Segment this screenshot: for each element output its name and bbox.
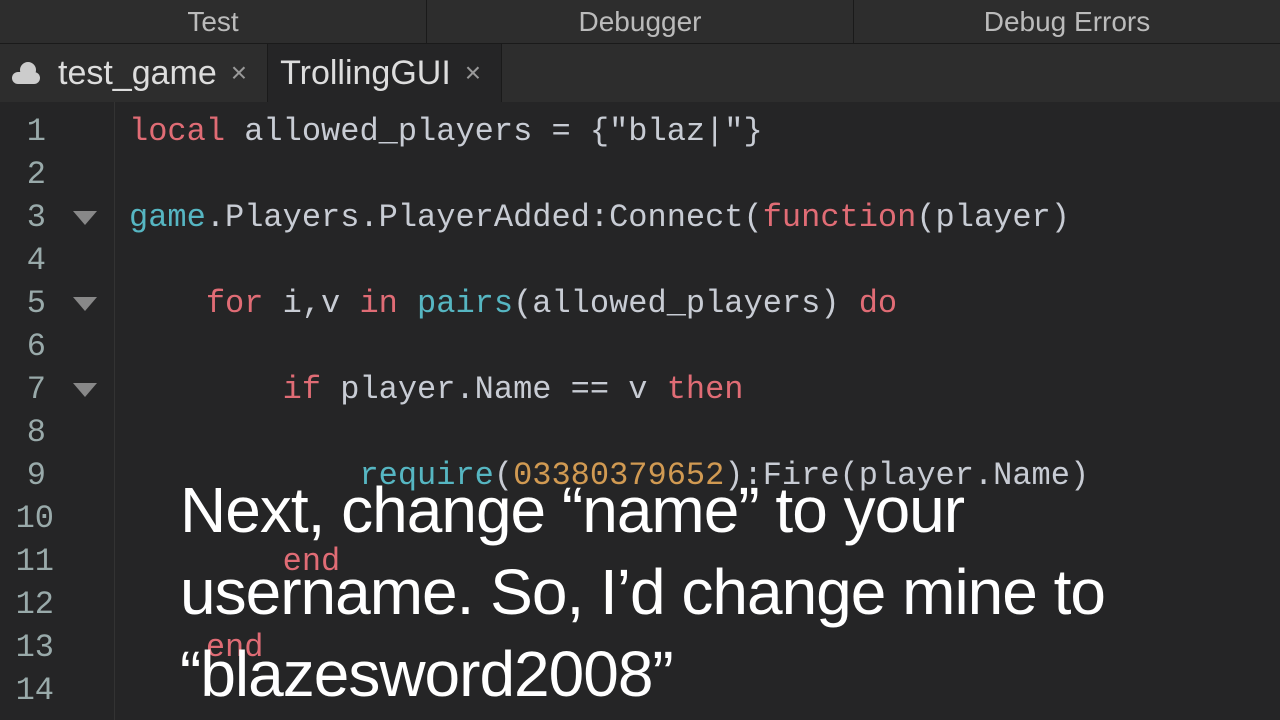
- line-number: 3: [0, 196, 56, 239]
- caption-line: Next, change “name” to your: [180, 470, 1105, 552]
- caption-overlay: Next, change “name” to your username. So…: [180, 470, 1105, 716]
- line-number: 11: [0, 540, 56, 583]
- tab-label: test_game: [58, 54, 217, 93]
- chevron-down-icon: [73, 211, 97, 225]
- tab-test-game[interactable]: test_game ×: [0, 44, 268, 102]
- line-number: 7: [0, 368, 56, 411]
- line-number: 1: [0, 110, 56, 153]
- fold-marker: [56, 153, 114, 196]
- fold-toggle[interactable]: [56, 368, 114, 411]
- line-number-gutter: 1 2 3 4 5 6 7 8 9 10 11 12 13 14: [0, 102, 56, 720]
- chevron-down-icon: [73, 383, 97, 397]
- code-line: [129, 325, 1280, 368]
- code-line: for i,v in pairs(allowed_players) do: [129, 282, 1280, 325]
- code-line: [129, 411, 1280, 454]
- line-number: 12: [0, 583, 56, 626]
- fold-gutter: [56, 102, 114, 720]
- line-number: 2: [0, 153, 56, 196]
- menu-debugger[interactable]: Debugger: [427, 0, 854, 43]
- fold-toggle[interactable]: [56, 196, 114, 239]
- close-icon[interactable]: ×: [231, 57, 247, 89]
- fold-marker: [56, 239, 114, 282]
- tabs-bar: test_game × TrollingGUI ×: [0, 44, 1280, 102]
- code-line: game.Players.PlayerAdded:Connect(functio…: [129, 196, 1280, 239]
- line-number: 6: [0, 325, 56, 368]
- caption-line: username. So, I’d change mine to: [180, 552, 1105, 634]
- line-number: 4: [0, 239, 56, 282]
- fold-marker: [56, 110, 114, 153]
- line-number: 14: [0, 669, 56, 712]
- menu-bar: Test Debugger Debug Errors: [0, 0, 1280, 44]
- code-line: local allowed_players = {"blaz|"}: [129, 110, 1280, 153]
- cloud-icon: [12, 62, 44, 84]
- tab-label: TrollingGUI: [280, 54, 451, 93]
- line-number: 8: [0, 411, 56, 454]
- close-icon[interactable]: ×: [465, 57, 481, 89]
- code-line: [129, 239, 1280, 282]
- chevron-down-icon: [73, 297, 97, 311]
- fold-marker: [56, 325, 114, 368]
- fold-toggle[interactable]: [56, 282, 114, 325]
- line-number: 10: [0, 497, 56, 540]
- code-line: [129, 153, 1280, 196]
- line-number: 9: [0, 454, 56, 497]
- menu-test[interactable]: Test: [0, 0, 427, 43]
- code-line: if player.Name == v then: [129, 368, 1280, 411]
- caption-line: “blazesword2008”: [180, 634, 1105, 716]
- menu-debug-errors[interactable]: Debug Errors: [854, 0, 1280, 43]
- line-number: 13: [0, 626, 56, 669]
- line-number: 5: [0, 282, 56, 325]
- tab-trollinggui[interactable]: TrollingGUI ×: [268, 44, 502, 102]
